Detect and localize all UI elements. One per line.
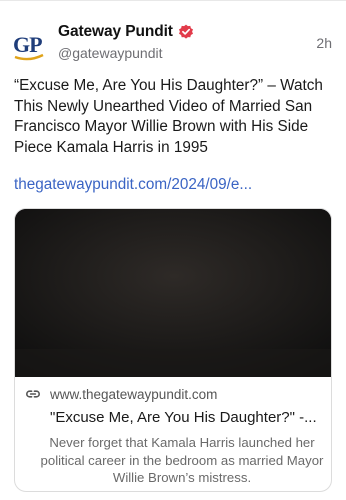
link-preview-meta: www.thegatewaypundit.com "Excuse Me, Are… — [15, 377, 331, 487]
divider — [0, 0, 346, 1]
link-preview-domain: www.thegatewaypundit.com — [50, 386, 218, 402]
video-thumbnail-image[interactable] — [15, 209, 331, 377]
post-link[interactable]: thegatewaypundit.com/2024/09/e... — [14, 176, 332, 194]
verified-badge-icon — [178, 24, 194, 40]
link-preview-description: Never forget that Kamala Harris launched… — [40, 435, 324, 486]
link-icon — [25, 386, 41, 402]
author-row: Gateway Pundit — [58, 23, 194, 41]
svg-text:GP: GP — [13, 32, 42, 57]
post-card[interactable]: GP Gateway Pundit @gatewaypundit 2h “Exc… — [0, 0, 346, 500]
link-preview-domain-row: www.thegatewaypundit.com — [25, 385, 321, 403]
link-preview-title[interactable]: "Excuse Me, Are You His Daughter?" -... — [50, 409, 321, 426]
post-text: “Excuse Me, Are You His Daughter?” – Wat… — [14, 77, 323, 156]
author-avatar[interactable]: GP — [12, 28, 46, 62]
author-name[interactable]: Gateway Pundit — [58, 23, 173, 41]
post-timestamp[interactable]: 2h — [316, 35, 332, 51]
link-preview-card[interactable]: www.thegatewaypundit.com "Excuse Me, Are… — [14, 208, 332, 492]
author-handle[interactable]: @gatewaypundit — [58, 45, 163, 61]
gp-logo: GP — [13, 32, 44, 61]
